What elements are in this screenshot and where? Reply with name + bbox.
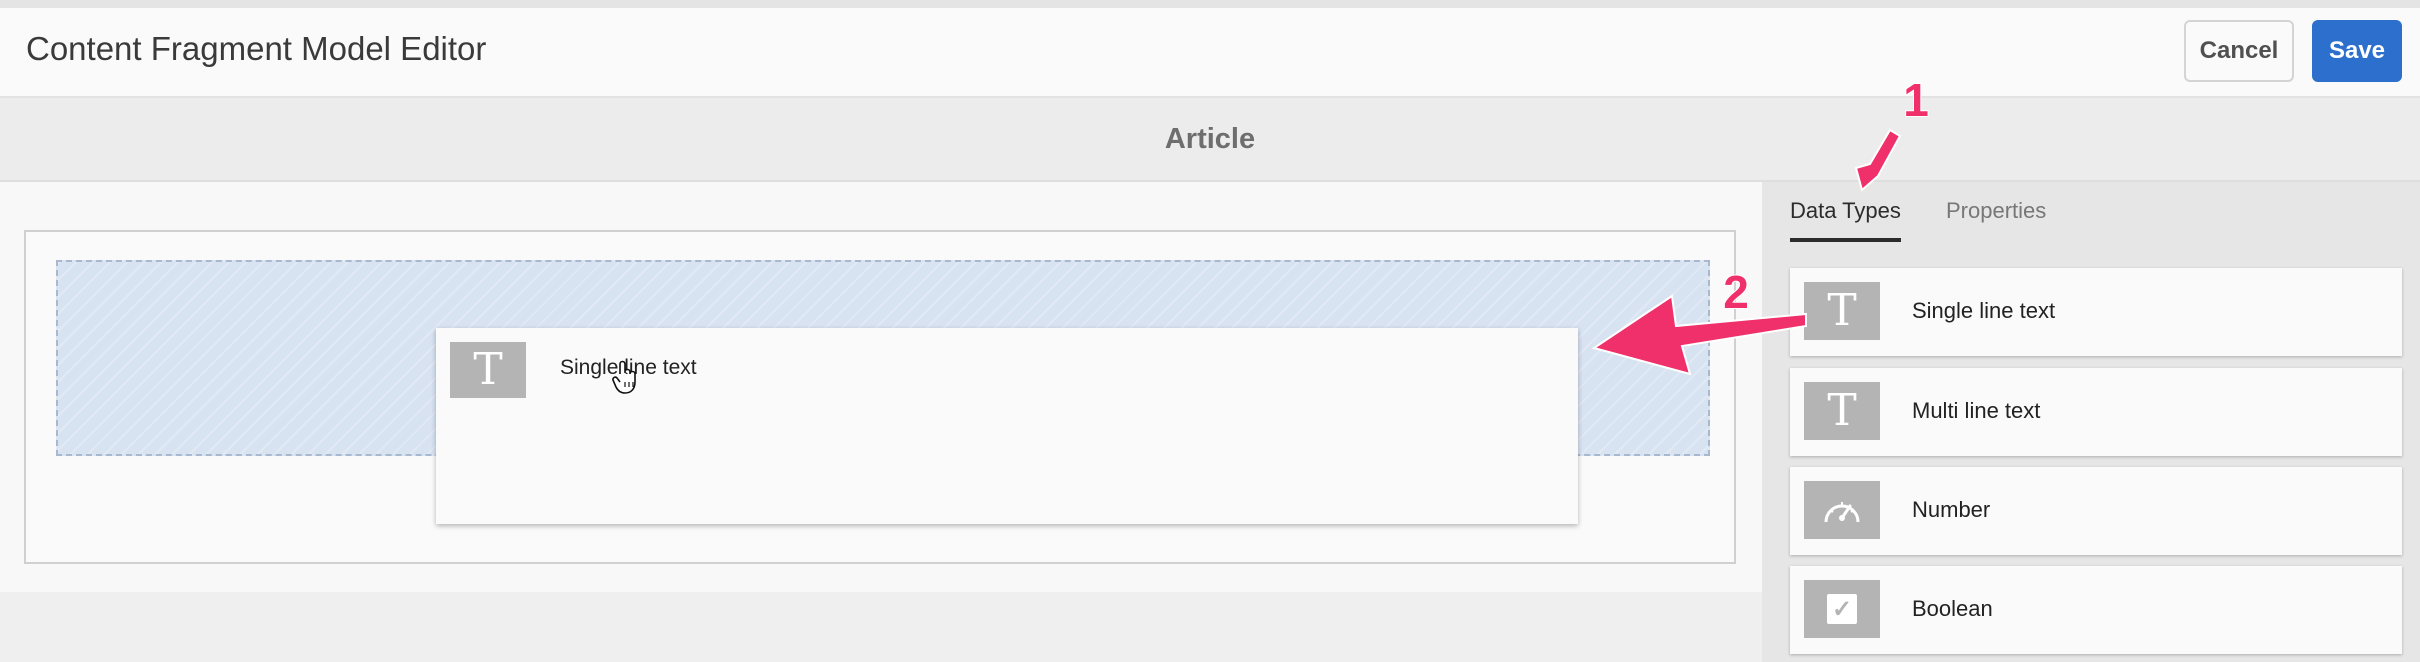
hand-cursor-icon bbox=[612, 360, 636, 394]
data-type-number[interactable]: Number bbox=[1790, 467, 2402, 555]
data-type-label: Boolean bbox=[1912, 596, 1993, 621]
data-type-multi-line-text[interactable]: T Multi line text bbox=[1790, 368, 2402, 456]
data-type-boolean[interactable]: ✓ Boolean bbox=[1790, 566, 2402, 654]
text-t-icon: T bbox=[450, 342, 526, 398]
editor-header: Content Fragment Model Editor Cancel Sav… bbox=[0, 8, 2420, 98]
side-panel: Data Types Properties T Single line text… bbox=[1762, 182, 2420, 662]
cancel-button[interactable]: Cancel bbox=[2184, 20, 2294, 82]
data-type-label: Multi line text bbox=[1912, 398, 2041, 423]
app-title: Content Fragment Model Editor bbox=[26, 30, 487, 67]
window-top-strip bbox=[0, 0, 2420, 8]
data-type-label: Single line text bbox=[1912, 298, 2056, 323]
gauge-icon bbox=[1804, 481, 1880, 539]
save-button[interactable]: Save bbox=[2312, 20, 2402, 82]
data-type-single-line-text[interactable]: T Single line text bbox=[1790, 268, 2402, 356]
text-t-icon: T bbox=[1804, 382, 1880, 440]
model-title: Article bbox=[1164, 122, 1256, 155]
model-title-bar: Article bbox=[0, 98, 2420, 182]
tab-properties[interactable]: Properties bbox=[1946, 198, 2046, 238]
data-type-label: Number bbox=[1912, 497, 1991, 522]
checkbox-icon: ✓ bbox=[1804, 580, 1880, 638]
tab-data-types[interactable]: Data Types bbox=[1790, 198, 1901, 242]
text-t-icon: T bbox=[1804, 282, 1880, 340]
dragged-data-type-card[interactable]: T Single line text bbox=[436, 328, 1578, 524]
